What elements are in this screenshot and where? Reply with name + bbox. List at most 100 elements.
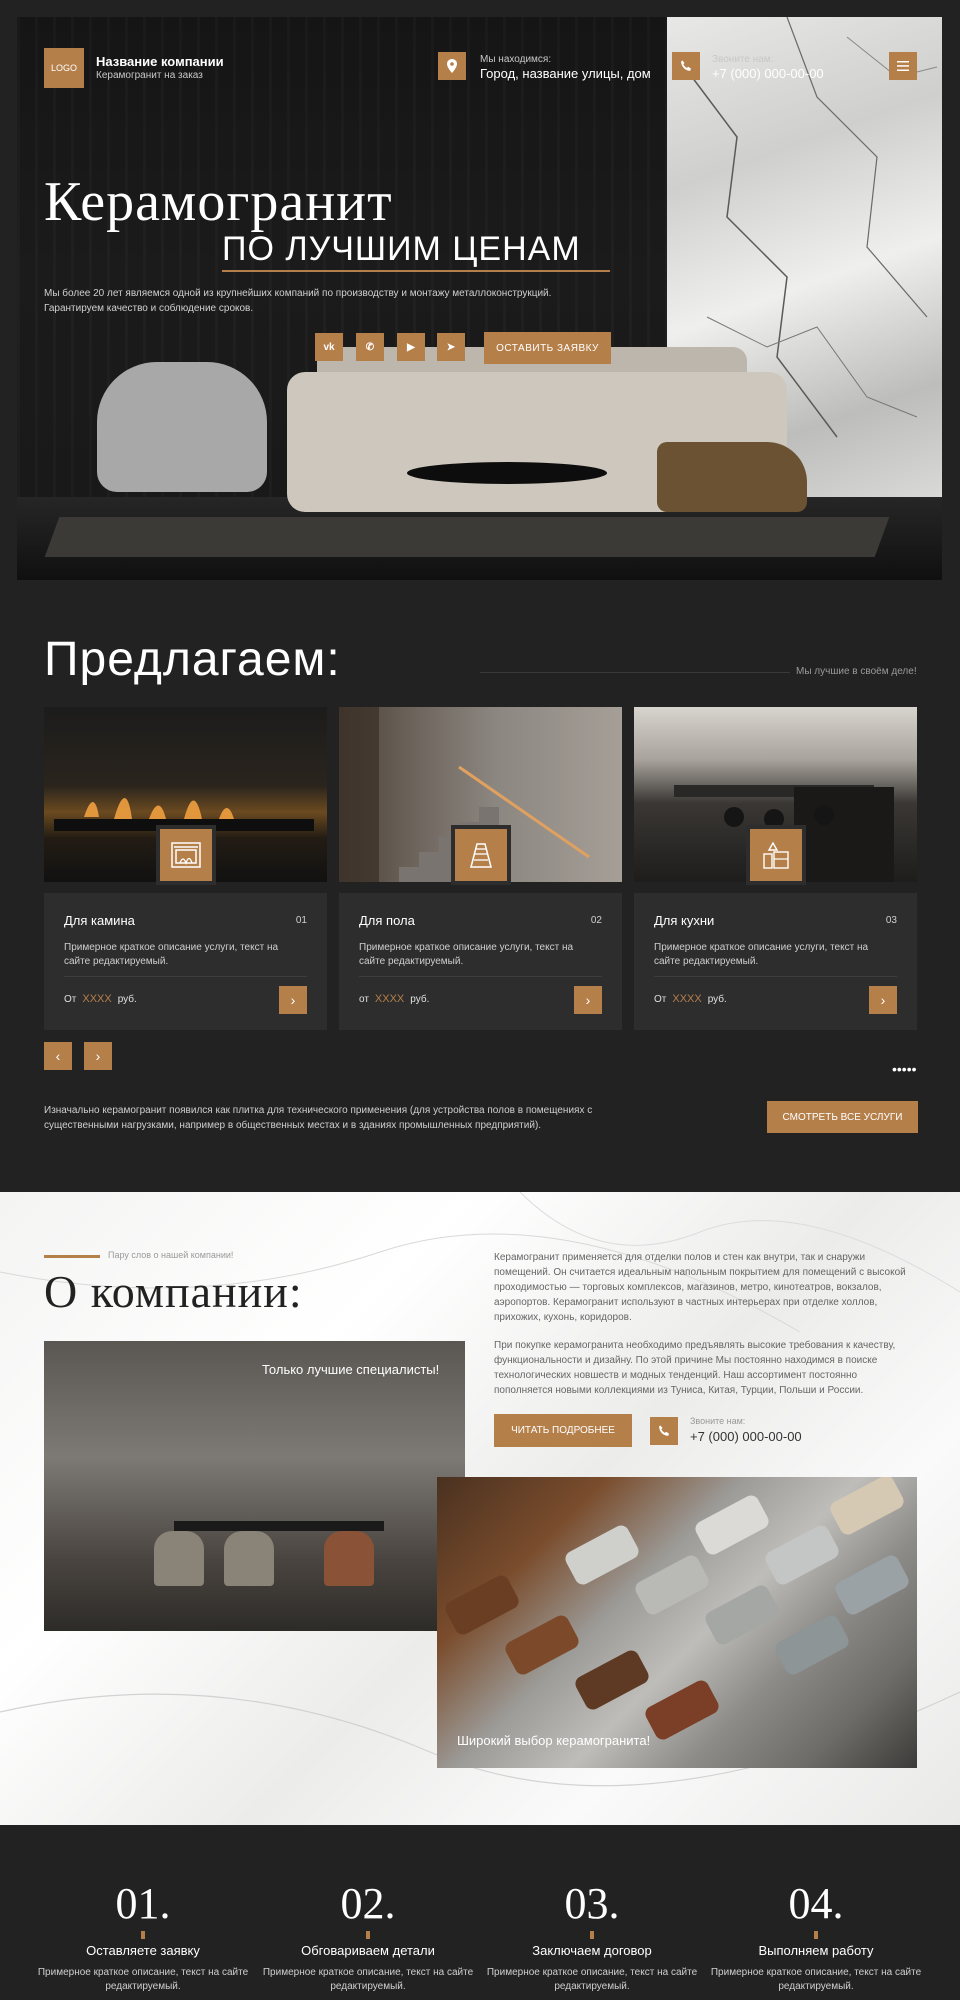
price-currency: руб. bbox=[117, 994, 137, 1005]
card-price: От XXXX руб. bbox=[654, 993, 727, 1005]
fireplace-icon bbox=[156, 825, 216, 885]
pagination-dots[interactable]: ••••• bbox=[892, 1062, 917, 1076]
card-title: Для пола bbox=[359, 913, 415, 928]
about-paragraph-2: При покупке керамогранита необходимо пре… bbox=[494, 1340, 896, 1396]
about-paragraph-1: Керамогранит применяется для отделки пол… bbox=[494, 1252, 906, 1323]
step-description: Примерное краткое описание, текст на сай… bbox=[710, 1967, 922, 1992]
card-price: от XXXX руб. bbox=[359, 993, 429, 1005]
map-pin-icon bbox=[438, 52, 466, 80]
card-description: Примерное краткое описание услуги, текст… bbox=[64, 942, 279, 967]
card-divider bbox=[64, 976, 307, 977]
offers-title: Предлагаем: bbox=[44, 633, 341, 686]
rug bbox=[44, 517, 890, 557]
tile-sample bbox=[772, 1612, 852, 1678]
price-currency: руб. bbox=[410, 994, 430, 1005]
service-card[interactable]: Для камина 01 Примерное краткое описание… bbox=[44, 707, 327, 1030]
offers-divider bbox=[480, 672, 790, 673]
offers-note: Изначально керамогранит появился как пли… bbox=[44, 1105, 593, 1131]
step-item: 02. Обговариваем детали Примерное кратко… bbox=[258, 1878, 478, 1994]
about-tagline: Пару слов о нашей компании! bbox=[108, 1250, 234, 1260]
read-more-button[interactable]: ЧИТАТЬ ПОДРОБНЕЕ bbox=[494, 1414, 632, 1447]
card-number: 02 bbox=[590, 915, 602, 926]
telegram-icon[interactable]: ➤ bbox=[437, 333, 465, 361]
tile-sample bbox=[832, 1552, 912, 1618]
phone-icon[interactable] bbox=[672, 52, 700, 80]
chair bbox=[224, 1531, 274, 1586]
chevron-right-icon[interactable]: › bbox=[869, 986, 897, 1014]
dining-table bbox=[174, 1521, 384, 1531]
tile-sample bbox=[632, 1552, 712, 1618]
step-description: Примерное краткое описание, текст на сай… bbox=[262, 1967, 474, 1992]
about-accent-line bbox=[44, 1255, 100, 1258]
step-number: 03. bbox=[564, 1879, 620, 1928]
price-prefix: От bbox=[64, 994, 77, 1005]
tile-sample bbox=[572, 1647, 652, 1713]
tile-sample bbox=[502, 1612, 582, 1678]
chevron-right-icon[interactable]: › bbox=[279, 986, 307, 1014]
location-value: Город, название улицы, дом bbox=[480, 66, 651, 81]
step-description: Примерное краткое описание, текст на сай… bbox=[486, 1967, 698, 1992]
leave-request-button[interactable]: ОСТАВИТЬ ЗАЯВКУ bbox=[484, 332, 611, 364]
armchair bbox=[97, 362, 267, 492]
hero-title: Керамогранит bbox=[44, 171, 393, 233]
step-item: 04. Выполняем работу Примерное краткое о… bbox=[706, 1878, 926, 1994]
tile-sample bbox=[762, 1522, 842, 1588]
phone-number[interactable]: +7 (000) 000-00-00 bbox=[690, 1429, 802, 1444]
chair bbox=[154, 1531, 204, 1586]
samples-image bbox=[437, 1477, 917, 1768]
interior-image bbox=[44, 1341, 465, 1631]
card-description: Примерное краткое описание услуги, текст… bbox=[654, 942, 869, 967]
tile-sample bbox=[827, 1477, 907, 1538]
step-title: Заключаем договор bbox=[532, 1943, 652, 1958]
price-currency: руб. bbox=[707, 994, 727, 1005]
step-accent bbox=[366, 1931, 370, 1939]
whatsapp-icon[interactable]: ✆ bbox=[356, 333, 384, 361]
phone-icon[interactable] bbox=[650, 1417, 678, 1445]
step-description: Примерное краткое описание, текст на сай… bbox=[37, 1967, 249, 1992]
company-tagline: Керамогранит на заказ bbox=[96, 70, 203, 81]
logo[interactable]: LOGO bbox=[44, 48, 84, 88]
phone-number[interactable]: +7 (000) 000-00-00 bbox=[712, 66, 824, 81]
phone-label: Звоните нам: bbox=[712, 54, 774, 65]
chevron-right-icon[interactable]: › bbox=[84, 1042, 112, 1070]
card-description: Примерное краткое описание услуги, текст… bbox=[359, 942, 574, 967]
youtube-icon[interactable]: ▶ bbox=[397, 333, 425, 361]
menu-icon[interactable] bbox=[889, 52, 917, 80]
tile-sample bbox=[642, 1677, 722, 1743]
vk-icon[interactable]: vk bbox=[315, 333, 343, 361]
price-value: XXXX bbox=[374, 993, 405, 1005]
blanket bbox=[657, 442, 807, 512]
tile-sample bbox=[562, 1522, 642, 1588]
price-prefix: От bbox=[654, 994, 667, 1005]
step-accent bbox=[141, 1931, 145, 1939]
location-label: Мы находимся: bbox=[480, 54, 552, 65]
card-divider bbox=[359, 976, 602, 977]
chevron-right-icon[interactable]: › bbox=[574, 986, 602, 1014]
step-title: Оставляете заявку bbox=[86, 1943, 200, 1958]
tile-sample bbox=[692, 1492, 772, 1558]
phone-label: Звоните нам: bbox=[690, 1416, 746, 1426]
step-accent bbox=[814, 1931, 818, 1939]
step-item: 01. Оставляете заявку Примерное краткое … bbox=[33, 1878, 253, 1994]
card-price: От XXXX руб. bbox=[64, 993, 137, 1005]
card-title: Для камина bbox=[64, 913, 135, 928]
company-name: Название компании bbox=[96, 54, 224, 69]
tile-sample bbox=[442, 1572, 522, 1638]
card-divider bbox=[654, 976, 897, 977]
chevron-left-icon[interactable]: ‹ bbox=[44, 1042, 72, 1070]
chair bbox=[324, 1531, 374, 1586]
stairs-icon bbox=[451, 825, 511, 885]
hero-subtitle: ПО ЛУЧШИМ ЦЕНАМ bbox=[222, 230, 581, 268]
step-title: Обговариваем детали bbox=[301, 1943, 435, 1958]
hero-description: Мы более 20 лет являемся одной из крупне… bbox=[44, 288, 552, 314]
card-body: Для пола 02 Примерное краткое описание у… bbox=[339, 893, 622, 1030]
view-all-services-button[interactable]: СМОТРЕТЬ ВСЕ УСЛУГИ bbox=[767, 1101, 918, 1133]
card-number: 03 bbox=[885, 915, 897, 926]
price-value: XXXX bbox=[82, 993, 112, 1005]
card-title: Для кухни bbox=[654, 913, 715, 928]
service-card[interactable]: Для кухни 03 Примерное краткое описание … bbox=[634, 707, 917, 1030]
about-title: О компании: bbox=[44, 1266, 303, 1317]
step-title: Выполняем работу bbox=[758, 1943, 874, 1958]
price-value: XXXX bbox=[672, 993, 702, 1005]
service-card[interactable]: Для пола 02 Примерное краткое описание у… bbox=[339, 707, 622, 1030]
